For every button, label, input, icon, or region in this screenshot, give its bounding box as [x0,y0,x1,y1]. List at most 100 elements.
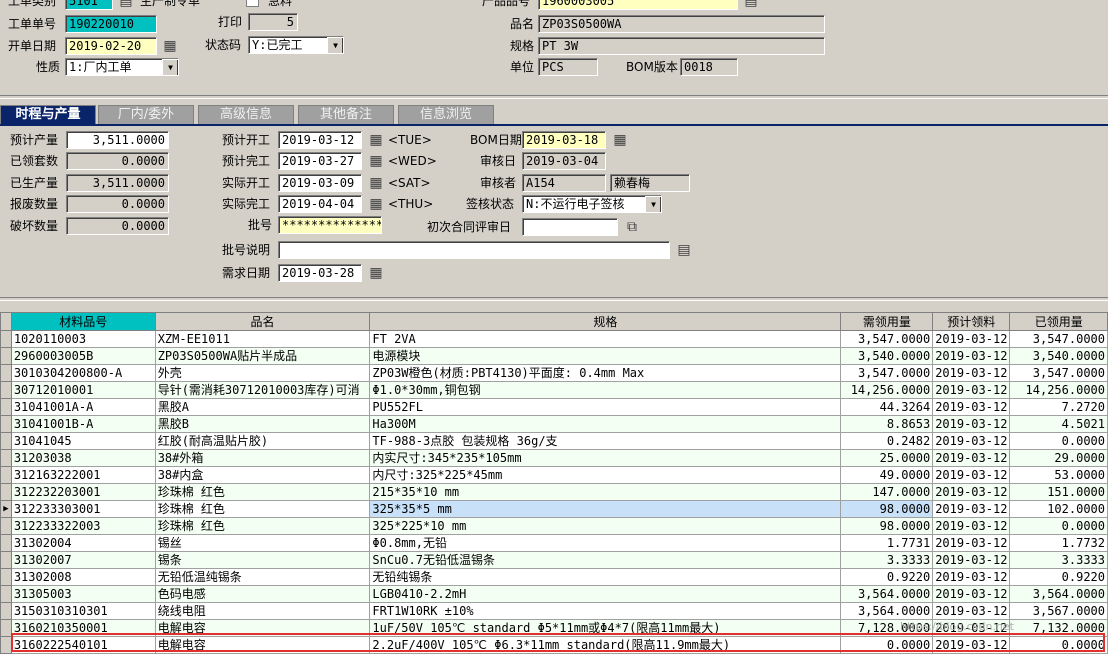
lookup-icon[interactable]: ▤ [118,0,134,9]
table-cell[interactable]: 312233303001 [10,500,156,518]
table-cell[interactable]: 14,256.0000 [1009,381,1108,399]
status-dropdown[interactable]: Y:已完工 ▼ [248,36,344,54]
row-indicator[interactable] [0,466,12,484]
table-cell[interactable]: ZP03W橙色(材质:PBT4130)平面度: 0.4mm Max [369,364,842,382]
table-cell[interactable]: 无铅低温纯锡条 [154,568,371,586]
table-cell[interactable]: 31302004 [10,534,156,552]
table-cell[interactable]: 3.3333 [1009,551,1108,569]
table-cell[interactable]: 3,564.0000 [840,585,934,603]
table-cell[interactable]: 3,564.0000 [1009,585,1108,603]
table-cell[interactable]: 2019-03-12 [932,568,1011,586]
open-date-field[interactable]: 2019-02-20 [65,37,157,55]
table-cell[interactable]: 98.0000 [840,500,934,518]
table-cell[interactable]: 44.3264 [840,398,934,416]
table-cell[interactable]: 98.0000 [840,517,934,535]
table-cell[interactable]: 215*35*10 mm [369,483,842,501]
tab-schedule[interactable]: 时程与产量 [0,105,96,125]
col-material-no[interactable]: 材料品号 [10,312,156,331]
current-row-arrow-icon[interactable]: ▶ [0,500,12,518]
nature-dropdown[interactable]: 1:厂内工单 ▼ [65,58,179,76]
tab-advanced[interactable]: 高级信息 [198,105,294,125]
row-indicator[interactable] [0,568,12,586]
table-cell[interactable]: 7.2720 [1009,398,1108,416]
table-row[interactable]: 3150310310301 绕线电阻 FRT1W10RK ±10% 3,564.000… [0,602,1108,620]
table-cell[interactable]: 电源模块 [369,347,842,365]
table-cell[interactable]: 色码电感 [154,585,371,603]
batch-desc-field[interactable] [278,241,670,259]
table-cell[interactable]: 31041045 [10,432,156,450]
row-indicator[interactable] [0,483,12,501]
table-cell[interactable]: 绕线电阻 [154,602,371,620]
table-row[interactable]: 2960003005B ZP03S0500WA贴片半成品 电源模块 3,540.000… [0,347,1108,365]
table-cell[interactable]: FRT1W10RK ±10% [369,602,842,620]
table-row[interactable]: 31305003 色码电感 LGB0410-2.2mH 3,564.0000 2019-… [0,585,1108,603]
table-cell[interactable]: 3150310310301 [10,602,156,620]
table-cell[interactable]: 黑胶B [154,415,371,433]
table-cell[interactable]: 珍珠棉 红色 [154,483,371,501]
table-cell[interactable]: 53.0000 [1009,466,1108,484]
row-indicator[interactable] [0,517,12,535]
col-name[interactable]: 品名 [154,312,371,331]
table-cell[interactable]: 内尺寸:325*225*45mm [369,466,842,484]
table-row[interactable]: 1020110003 XZM-EE1011 FT 2VA 3,547.0000 2019… [0,330,1108,348]
row-indicator[interactable] [0,398,12,416]
table-cell[interactable]: 31203038 [10,449,156,467]
table-cell[interactable]: 3,547.0000 [840,364,934,382]
table-cell[interactable]: 325*35*5 mm [369,500,842,518]
table-cell[interactable]: 0.0000 [1009,636,1108,654]
row-indicator[interactable] [0,585,12,603]
table-cell[interactable]: 151.0000 [1009,483,1108,501]
demand-date-field[interactable]: 2019-03-28 [278,264,362,282]
row-indicator[interactable] [0,347,12,365]
table-cell[interactable]: 312232203001 [10,483,156,501]
sign-status-dropdown[interactable]: N:不运行电子签核 ▼ [522,195,662,213]
memo-icon[interactable]: ▤ [676,242,692,258]
bom-date-field[interactable]: 2019-03-18 [522,131,606,149]
table-cell[interactable]: 2019-03-12 [932,585,1011,603]
chevron-down-icon[interactable]: ▼ [327,37,343,53]
table-cell[interactable]: 2019-03-12 [932,364,1011,382]
table-cell[interactable]: 3,547.0000 [840,330,934,348]
table-cell[interactable]: 2019-03-12 [932,330,1011,348]
table-cell[interactable]: 0.0000 [1009,517,1108,535]
tab-info-browse[interactable]: 信息浏览 [398,105,494,125]
table-cell[interactable]: 1020110003 [10,330,156,348]
table-cell[interactable]: 25.0000 [840,449,934,467]
table-row[interactable]: 31041045 红胶(耐高温贴片胶) TF-988-3点胶 包装规格 36g/支 0… [0,432,1108,450]
table-cell[interactable]: 3160210350001 [10,619,156,637]
table-cell[interactable]: TF-988-3点胶 包装规格 36g/支 [369,432,842,450]
table-cell[interactable]: 4.5021 [1009,415,1108,433]
table-row[interactable]: ▶ 312233303001 珍珠棉 红色 325*35*5 mm 98.0000 201… [0,500,1108,518]
table-cell[interactable]: 38#外箱 [154,449,371,467]
calendar-icon[interactable]: ▦ [368,153,384,169]
table-cell[interactable]: 3,564.0000 [840,602,934,620]
table-cell[interactable]: 1.7731 [840,534,934,552]
table-cell[interactable]: 1uF/50V 105℃ standard Φ5*11mm或Φ4*7(限高11m… [369,619,842,637]
table-cell[interactable]: 7,132.0000 [1009,619,1108,637]
actual-finish-field[interactable]: 2019-04-04 [278,195,362,213]
table-cell[interactable]: 2019-03-12 [932,636,1011,654]
table-cell[interactable]: 导针(需消耗30712010003库存)可消 [154,381,371,399]
table-row[interactable]: 312163222001 38#内盒 内尺寸:325*225*45mm 49.0000… [0,466,1108,484]
table-cell[interactable]: 31302007 [10,551,156,569]
table-cell[interactable]: 2960003005B [10,347,156,365]
row-indicator[interactable] [0,551,12,569]
table-cell[interactable]: Φ0.8mm,无铅 [369,534,842,552]
tab-inhouse-outsource[interactable]: 厂内/委外 [98,105,194,125]
table-cell[interactable]: 2019-03-12 [932,449,1011,467]
tab-notes[interactable]: 其他备注 [298,105,394,125]
table-cell[interactable]: 2019-03-12 [932,483,1011,501]
table-cell[interactable]: ZP03S0500WA贴片半成品 [154,347,371,365]
table-cell[interactable]: 31302008 [10,568,156,586]
table-cell[interactable]: 2019-03-12 [932,500,1011,518]
copy-icon[interactable]: ⧉ [624,219,640,235]
table-cell[interactable]: 锡条 [154,551,371,569]
table-cell[interactable]: 2019-03-12 [932,551,1011,569]
table-cell[interactable]: 电解电容 [154,636,371,654]
col-required-qty[interactable]: 需领用量 [840,312,934,331]
order-no-field[interactable]: 190220010 [65,15,157,33]
table-cell[interactable]: 黑胶A [154,398,371,416]
table-cell[interactable]: 珍珠棉 红色 [154,500,371,518]
table-row[interactable]: 312232203001 珍珠棉 红色 215*35*10 mm 147.0000 20… [0,483,1108,501]
calendar-icon[interactable]: ▦ [368,132,384,148]
